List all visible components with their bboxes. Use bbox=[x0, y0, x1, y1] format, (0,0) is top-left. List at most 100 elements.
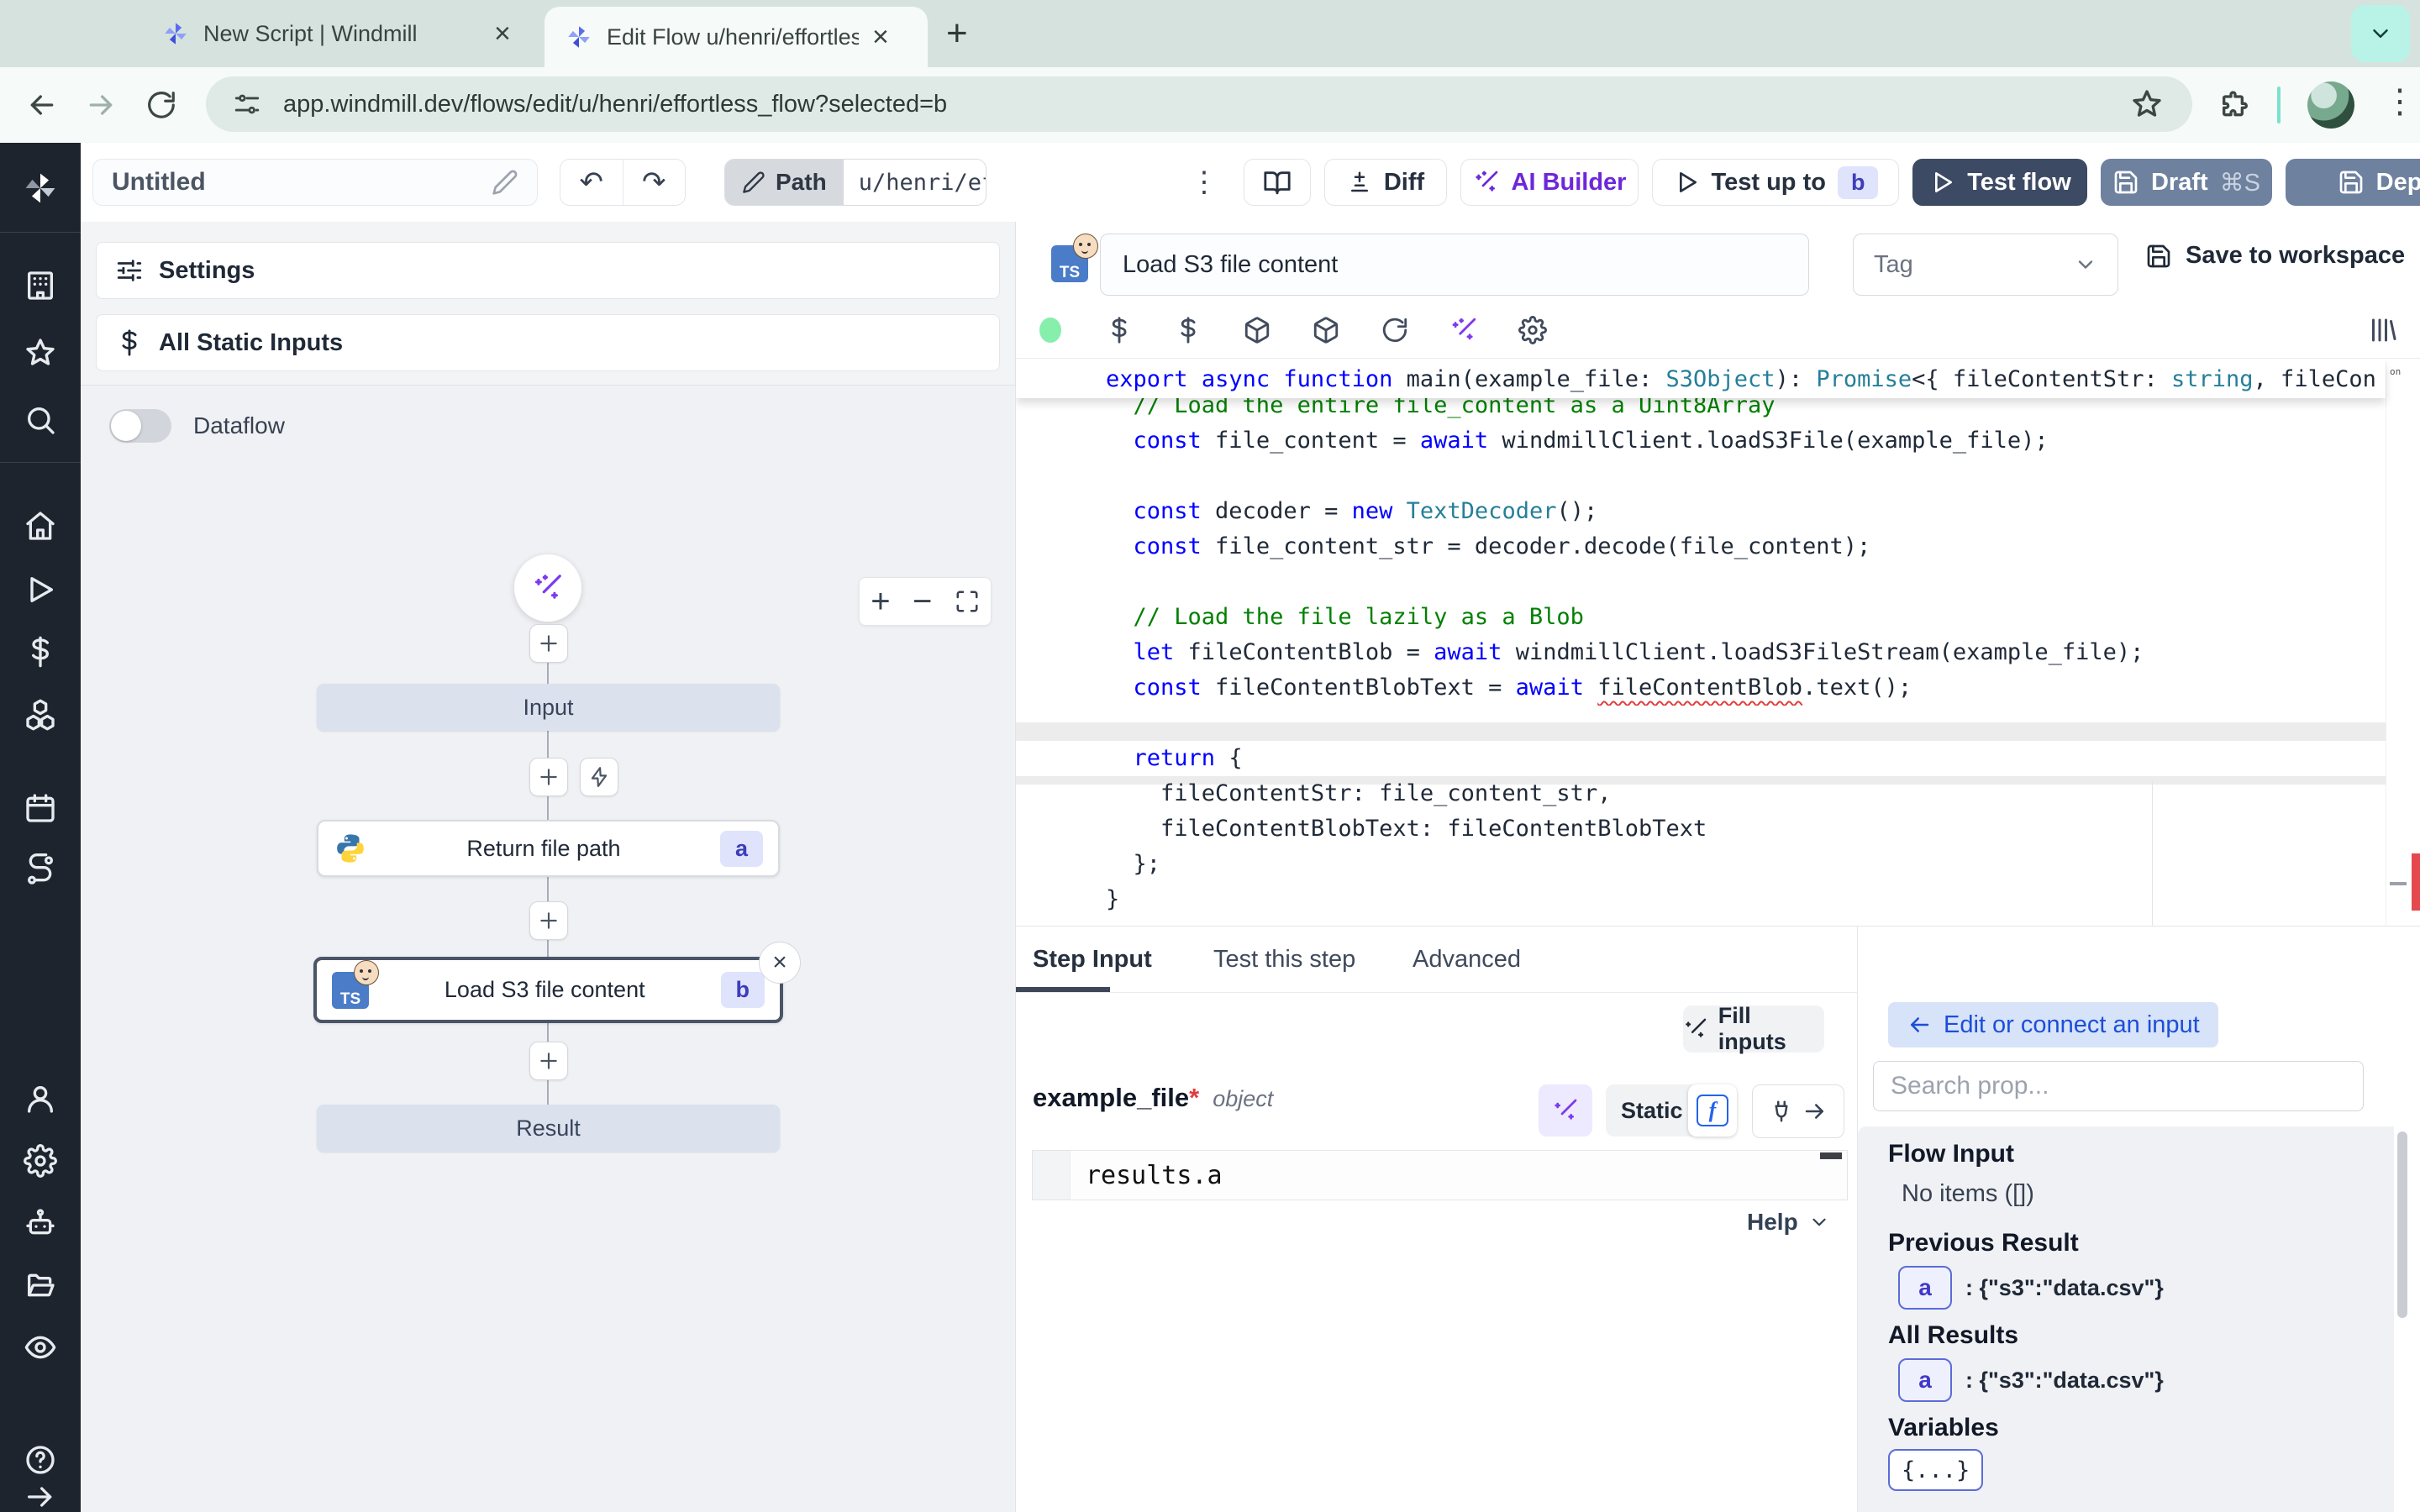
result-node[interactable]: Result bbox=[317, 1105, 780, 1152]
all-static-inputs-row[interactable]: All Static Inputs bbox=[96, 314, 1000, 371]
tab-test-this-step[interactable]: Test this step bbox=[1213, 927, 1355, 992]
remove-step-button[interactable]: × bbox=[759, 942, 801, 984]
back-button[interactable] bbox=[24, 87, 60, 123]
triggers-icon[interactable] bbox=[24, 853, 57, 887]
flow-title-box[interactable]: Untitled bbox=[92, 159, 538, 206]
settings-gear-icon[interactable] bbox=[24, 1144, 57, 1178]
test-flow-button[interactable]: Test flow bbox=[1912, 159, 2087, 206]
add-step-button[interactable] bbox=[529, 1042, 568, 1080]
windmill-logo[interactable] bbox=[22, 170, 59, 207]
search-icon[interactable] bbox=[24, 403, 57, 437]
arg-value[interactable]: results.a bbox=[1071, 1151, 1847, 1200]
home-icon[interactable] bbox=[24, 509, 57, 543]
path-button[interactable]: Path u/henri/eff bbox=[724, 159, 986, 206]
tab-close-icon[interactable]: × bbox=[872, 23, 889, 51]
fill-inputs-button[interactable]: Fill inputs bbox=[1683, 1005, 1824, 1053]
bookmark-star-icon[interactable] bbox=[2130, 87, 2164, 121]
reload-button[interactable] bbox=[143, 87, 180, 123]
tab-step-input[interactable]: Step Input bbox=[1033, 927, 1152, 992]
collapse-arrow-icon[interactable] bbox=[24, 1480, 57, 1512]
extensions-icon[interactable] bbox=[2215, 85, 2255, 125]
redo-button[interactable]: ↷ bbox=[623, 160, 686, 205]
profile-avatar[interactable] bbox=[2307, 81, 2354, 129]
package-icon[interactable] bbox=[1292, 316, 1360, 344]
resources-icon[interactable] bbox=[24, 697, 57, 731]
arg-value-editor[interactable]: results.a bbox=[1032, 1150, 1848, 1200]
save-to-workspace-button[interactable]: Save to workspace bbox=[2145, 242, 2405, 270]
input-node[interactable]: Input bbox=[317, 684, 780, 731]
audit-eye-icon[interactable] bbox=[24, 1331, 57, 1364]
undo-button[interactable]: ↶ bbox=[560, 160, 623, 205]
workers-robot-icon[interactable] bbox=[24, 1206, 57, 1240]
dataflow-toggle[interactable] bbox=[109, 409, 171, 443]
result-a-pill[interactable]: a bbox=[1898, 1358, 1952, 1402]
bun-icon bbox=[1073, 234, 1098, 259]
connect-input-button[interactable] bbox=[1752, 1084, 1844, 1138]
address-bar[interactable]: app.windmill.dev/flows/edit/u/henri/effo… bbox=[206, 76, 2192, 132]
ai-wand-icon[interactable] bbox=[1429, 316, 1498, 344]
step-name-input[interactable]: Load S3 file content bbox=[1100, 234, 1809, 296]
scrollbar[interactable] bbox=[2397, 1131, 2407, 1318]
add-step-button[interactable] bbox=[529, 624, 568, 663]
editor-settings-gear-icon[interactable] bbox=[1498, 316, 1567, 344]
help-dropdown[interactable]: Help bbox=[1747, 1209, 1830, 1236]
add-trigger-button[interactable] bbox=[580, 758, 618, 796]
tag-select[interactable]: Tag bbox=[1853, 234, 2118, 296]
favorites-star-icon[interactable] bbox=[24, 336, 57, 370]
wand-sparkles-icon bbox=[532, 572, 564, 604]
variables-icon[interactable] bbox=[24, 635, 57, 669]
tab-close-icon[interactable]: × bbox=[494, 19, 511, 48]
javascript-expr-toggle[interactable]: f bbox=[1688, 1084, 1737, 1137]
static-toggle-group[interactable]: Static f bbox=[1606, 1084, 1737, 1137]
add-step-button[interactable] bbox=[529, 758, 568, 796]
package-icon[interactable] bbox=[1223, 316, 1292, 344]
search-prop-input[interactable]: Search prop... bbox=[1873, 1061, 2364, 1111]
workspace-icon[interactable] bbox=[24, 269, 57, 302]
more-menu-icon[interactable]: ⋮ bbox=[1192, 159, 1217, 206]
library-icon[interactable] bbox=[2367, 315, 2397, 345]
code-editor[interactable]: // Load the entire file_content as a Uin… bbox=[1016, 361, 2420, 926]
browser-menu-icon[interactable]: ⋮ bbox=[2383, 82, 2417, 121]
draft-button[interactable]: Draft ⌘S bbox=[2101, 159, 2272, 206]
arg-ai-wand-button[interactable] bbox=[1539, 1084, 1592, 1137]
site-info-icon[interactable] bbox=[233, 90, 261, 118]
docs-button[interactable] bbox=[1244, 159, 1311, 206]
add-step-button[interactable] bbox=[529, 901, 568, 940]
flow-settings-row[interactable]: Settings bbox=[96, 242, 1000, 299]
variables-pill[interactable]: {...} bbox=[1888, 1449, 1983, 1491]
folders-icon[interactable] bbox=[24, 1268, 57, 1302]
zoom-out-button[interactable]: − bbox=[913, 583, 932, 621]
previous-result-row[interactable]: a : {"s3":"data.csv"} bbox=[1898, 1266, 2164, 1310]
user-icon[interactable] bbox=[24, 1082, 57, 1116]
schedules-icon[interactable] bbox=[24, 791, 57, 825]
test-up-to-button[interactable]: Test up to b bbox=[1652, 159, 1899, 206]
step-node-a[interactable]: Return file path a bbox=[317, 820, 780, 877]
minimap[interactable]: on bbox=[2386, 361, 2420, 926]
new-tab-button[interactable]: + bbox=[946, 18, 968, 49]
runs-icon[interactable] bbox=[24, 573, 57, 606]
ai-flow-wand-button[interactable] bbox=[514, 554, 581, 622]
mini-scrollbar[interactable] bbox=[1820, 1152, 1842, 1159]
fullscreen-icon[interactable] bbox=[955, 589, 980, 614]
diff-button[interactable]: Diff bbox=[1324, 159, 1447, 206]
result-a-pill[interactable]: a bbox=[1898, 1266, 1952, 1310]
help-icon[interactable] bbox=[24, 1443, 57, 1477]
edit-or-connect-button[interactable]: Edit or connect an input bbox=[1888, 1002, 2218, 1047]
reload-icon[interactable] bbox=[1360, 316, 1429, 344]
forward-button[interactable] bbox=[82, 87, 119, 123]
browser-tab-edit-flow[interactable]: Edit Flow u/henri/effortless_fl × bbox=[544, 7, 928, 67]
deploy-button[interactable]: Deploy bbox=[2286, 159, 2420, 206]
browser-tab-new-script[interactable]: New Script | Windmill × bbox=[151, 0, 521, 67]
variables-row[interactable]: {...} bbox=[1888, 1449, 1983, 1491]
tab-advanced[interactable]: Advanced bbox=[1413, 927, 1521, 992]
step-node-b-selected[interactable]: TS Load S3 file content b bbox=[313, 957, 783, 1023]
all-results-row[interactable]: a : {"s3":"data.csv"} bbox=[1898, 1358, 2164, 1402]
edit-pencil-icon[interactable] bbox=[492, 169, 518, 196]
flow-graph-canvas[interactable]: Dataflow + − Input bbox=[81, 386, 1014, 1512]
ai-builder-button[interactable]: AI Builder bbox=[1460, 159, 1639, 206]
tab-search-button[interactable] bbox=[2351, 5, 2410, 62]
zoom-in-button[interactable]: + bbox=[871, 583, 890, 621]
variables-icon[interactable] bbox=[1085, 316, 1154, 344]
resources-dollar-icon[interactable] bbox=[1154, 316, 1223, 344]
browser-tabstrip: New Script | Windmill × Edit Flow u/henr… bbox=[0, 0, 2420, 67]
